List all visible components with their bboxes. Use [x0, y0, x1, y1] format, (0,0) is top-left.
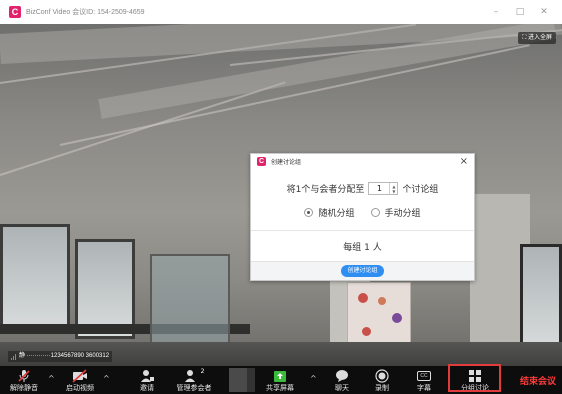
chat-label: 聊天	[335, 384, 349, 392]
assign-suffix: 个讨论组	[402, 185, 439, 195]
caption-icon: CC	[417, 368, 431, 384]
radio-manual-assign[interactable]: 手动分组	[370, 206, 421, 219]
window	[0, 224, 70, 334]
dialog-footer: 创建讨论组	[251, 261, 474, 280]
radio-checked-icon[interactable]	[304, 208, 314, 217]
per-group-text: 每组 1 人	[343, 243, 382, 253]
radio-unchecked-icon[interactable]	[370, 208, 380, 217]
dialog-close-button[interactable]: ×	[460, 155, 468, 168]
create-breakout-dialog: C 创建讨论组 × 将1个与会者分配至 1 ▲ ▼ 个讨论组 随机分组 手动分组…	[250, 153, 475, 281]
close-window-button[interactable]: ✕	[532, 7, 556, 17]
start-video-button[interactable]: 启动视频	[60, 366, 100, 394]
group-count-stepper[interactable]: 1 ▲ ▼	[368, 182, 399, 195]
radio-manual-label[interactable]: 手动分组	[385, 206, 421, 219]
app-logo-icon: C	[257, 157, 266, 166]
maximize-button[interactable]: □	[508, 7, 532, 17]
minimize-button[interactable]: –	[484, 7, 508, 17]
unmute-button[interactable]: 解除静音	[6, 366, 42, 394]
radio-random-label[interactable]: 随机分组	[318, 206, 354, 219]
enter-fullscreen-button[interactable]: ⛶ 进入全屏	[518, 32, 556, 44]
dialog-title: 创建讨论组	[271, 159, 302, 166]
participant-count-badge: 2	[200, 368, 205, 375]
caption-icon-text: CC	[417, 371, 431, 381]
caption-button[interactable]: CC 字幕	[412, 366, 436, 394]
app-logo-icon: C	[9, 6, 21, 18]
unmute-label: 解除静音	[10, 384, 38, 392]
manage-participants-button[interactable]: 2 管理参会者	[168, 366, 220, 394]
stepper-arrows[interactable]: ▲ ▼	[389, 183, 397, 194]
glass-partition	[150, 254, 230, 354]
invite-button[interactable]: 邀请	[135, 366, 159, 394]
assign-prefix: 将1个与会者分配至	[286, 185, 365, 195]
record-label: 录制	[375, 384, 389, 392]
window	[520, 244, 562, 354]
video-off-icon	[72, 368, 88, 384]
record-button[interactable]: 录制	[370, 366, 394, 394]
dialog-header: C 创建讨论组 ×	[251, 154, 474, 169]
manage-participants-label: 管理参会者	[176, 384, 212, 392]
self-view-thumbnail	[229, 368, 247, 392]
caption-label: 字幕	[417, 384, 431, 392]
participants-icon: 2	[184, 368, 205, 384]
window-controls: – □ ✕	[484, 0, 556, 24]
stepper-down-icon[interactable]: ▼	[392, 189, 395, 194]
share-screen-label: 共享屏幕	[266, 384, 294, 392]
assignment-mode-options: 随机分组 手动分组	[251, 206, 474, 219]
end-meeting-button[interactable]: 结束会议	[520, 366, 556, 394]
fullscreen-label: 进入全屏	[527, 35, 552, 41]
audio-options-caret-icon[interactable]: ^	[48, 375, 55, 383]
invite-label: 邀请	[140, 384, 154, 392]
chat-button[interactable]: 聊天	[330, 366, 354, 394]
dialog-divider	[251, 230, 474, 231]
share-screen-icon	[273, 368, 287, 384]
assign-row: 将1个与会者分配至 1 ▲ ▼ 个讨论组	[251, 182, 474, 195]
video-options-caret-icon[interactable]: ^	[103, 375, 110, 383]
record-icon	[375, 368, 389, 384]
title-bar: C BizConf Video 会议ID: 154-2509-4659 – □ …	[0, 0, 562, 24]
self-view-thumbnail-edge	[247, 368, 255, 392]
share-options-caret-icon[interactable]: ^	[310, 375, 317, 383]
speaker-name-label: 静 ············1234567890 3600312	[8, 351, 113, 362]
muted-mic-icon	[17, 368, 31, 384]
speaker-name: 静 ············1234567890 3600312	[19, 353, 110, 359]
signal-strength-icon	[11, 353, 16, 360]
radio-random-assign[interactable]: 随机分组	[304, 206, 355, 219]
invite-icon	[140, 368, 154, 384]
group-count-value[interactable]: 1	[369, 184, 389, 193]
highlight-annotation	[448, 364, 501, 392]
window-title: BizConf Video 会议ID: 154-2509-4659	[26, 9, 145, 16]
chat-icon	[335, 368, 349, 384]
share-screen-button[interactable]: 共享屏幕	[263, 366, 297, 394]
start-video-label: 启动视频	[66, 384, 94, 392]
create-breakout-button[interactable]: 创建讨论组	[341, 265, 384, 277]
